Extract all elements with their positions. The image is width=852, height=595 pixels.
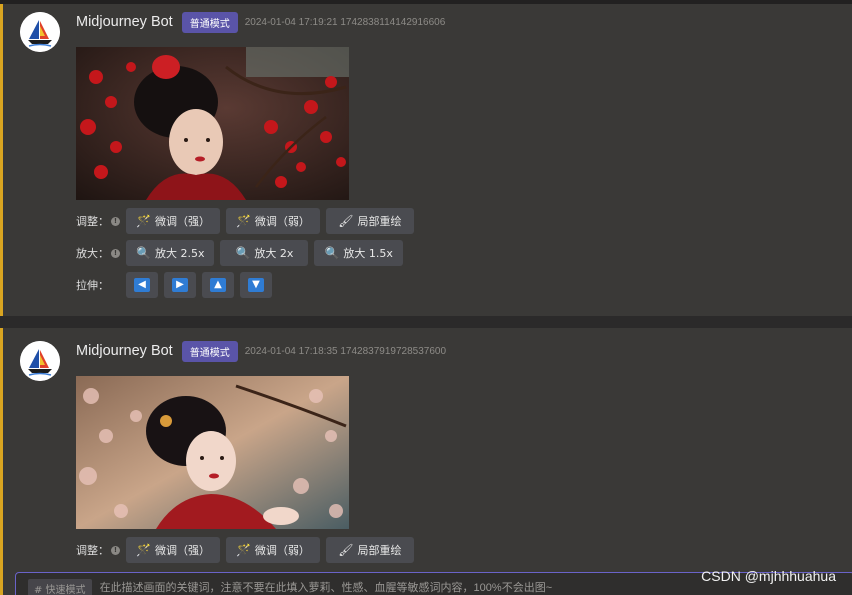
- message-header: Midjourney Bot 普通模式 2024-01-04 17:18:35 …: [76, 340, 446, 362]
- watermark: CSDN @mjhhhuahua: [701, 568, 836, 584]
- vary-subtle-button[interactable]: 🪄 微调（弱）: [225, 537, 320, 563]
- arrow-up-icon: ▲: [210, 278, 226, 292]
- message-separator: [0, 316, 852, 328]
- upscale-2x-button[interactable]: 🔍 放大 2x: [220, 240, 309, 266]
- brush-icon: 🖌: [338, 214, 354, 228]
- adjust-row: 调整：! 🪄 微调（强） 🪄 微调（弱） 🖌 局部重绘: [76, 207, 414, 235]
- mode-badge: 普通模式: [181, 11, 238, 33]
- vary-region-button[interactable]: 🖌 局部重绘: [325, 208, 414, 234]
- prompt-input[interactable]: 在此描述画面的关键词，注意不要在此填入萝莉、性感、血腥等敏感词内容，100%不会…: [100, 579, 553, 595]
- upscale-row: 放大：! 🔍 放大 2.5x 🔍 放大 2x 🔍 放大 1.5x: [76, 239, 403, 267]
- magic-wand-icon: 🪄: [136, 214, 151, 228]
- pan-label: 拉伸：: [76, 279, 109, 292]
- magic-wand-icon: 🪄: [235, 543, 251, 557]
- generated-image[interactable]: [76, 376, 349, 529]
- message-meta: 2024-01-04 17:19:21 1742838114142916606: [244, 16, 446, 28]
- bot-name[interactable]: Midjourney Bot: [76, 343, 173, 359]
- magic-wand-icon: 🪄: [136, 543, 151, 557]
- message-meta: 2024-01-04 17:18:35 1742837919728537600: [244, 345, 447, 357]
- pan-left-button[interactable]: ◀: [126, 272, 158, 298]
- magnifier-icon: 🔍: [136, 246, 151, 260]
- image-woman-cherry-blossoms: [76, 376, 349, 529]
- bot-avatar[interactable]: [20, 341, 60, 381]
- adjust-label: 调整：!: [76, 542, 120, 558]
- message-1: Midjourney Bot 普通模式 2024-01-04 17:19:21 …: [0, 4, 852, 316]
- adjust-label: 调整：!: [76, 213, 120, 229]
- arrow-right-icon: ▶: [172, 278, 188, 292]
- vary-subtle-button[interactable]: 🪄 微调（弱）: [225, 208, 320, 234]
- magnifier-icon: 🔍: [235, 246, 251, 260]
- upscale-2-5x-button[interactable]: 🔍 放大 2.5x: [126, 240, 215, 266]
- sailboat-icon: [20, 341, 60, 381]
- magic-wand-icon: 🪄: [235, 214, 251, 228]
- magnifier-icon: 🔍: [324, 246, 340, 260]
- adjust-row: 调整：! 🪄 微调（强） 🪄 微调（弱） 🖌 局部重绘: [76, 536, 414, 564]
- info-icon[interactable]: !: [111, 216, 120, 226]
- arrow-down-icon: ▼: [248, 278, 264, 292]
- pan-up-button[interactable]: ▲: [202, 272, 234, 298]
- mode-badge: 普通模式: [181, 340, 238, 362]
- brush-icon: 🖌: [338, 543, 354, 557]
- upscale-label: 放大：!: [76, 245, 120, 261]
- pan-row: 拉伸： ◀ ▶ ▲ ▼: [76, 271, 272, 299]
- message-2: Midjourney Bot 普通模式 2024-01-04 17:18:35 …: [0, 328, 852, 595]
- message-header: Midjourney Bot 普通模式 2024-01-04 17:19:21 …: [76, 11, 445, 33]
- pan-down-button[interactable]: ▼: [240, 272, 272, 298]
- bot-name[interactable]: Midjourney Bot: [76, 14, 173, 30]
- image-woman-plum-blossoms: [76, 47, 349, 200]
- info-icon[interactable]: !: [111, 248, 120, 258]
- generated-image[interactable]: [76, 47, 349, 200]
- sailboat-icon: [20, 12, 60, 52]
- bot-avatar[interactable]: [20, 12, 60, 52]
- upscale-1-5x-button[interactable]: 🔍 放大 1.5x: [314, 240, 403, 266]
- pan-right-button[interactable]: ▶: [164, 272, 196, 298]
- fast-mode-tag[interactable]: # 快速模式: [28, 579, 92, 595]
- info-icon[interactable]: !: [111, 545, 120, 555]
- arrow-left-icon: ◀: [134, 278, 150, 292]
- vary-strong-button[interactable]: 🪄 微调（强）: [126, 537, 220, 563]
- vary-region-button[interactable]: 🖌 局部重绘: [325, 537, 414, 563]
- vary-strong-button[interactable]: 🪄 微调（强）: [126, 208, 220, 234]
